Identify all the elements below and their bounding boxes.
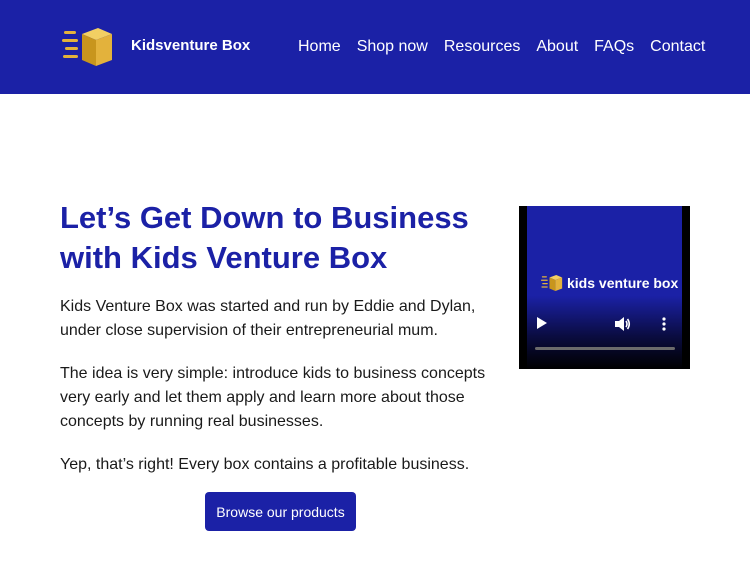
site-header: Kidsventure Box Home Shop now Resources … [0,0,750,94]
nav-home[interactable]: Home [298,38,341,56]
nav-contact[interactable]: Contact [650,38,705,56]
more-options-icon[interactable] [662,317,666,331]
video-progress-bar[interactable] [535,347,675,350]
video-player[interactable]: kids venture box [519,206,690,369]
play-icon[interactable] [537,317,547,329]
nav-faqs[interactable]: FAQs [594,38,634,56]
delivery-box-icon [541,274,563,292]
browse-products-button[interactable]: Browse our products [205,492,356,531]
volume-icon[interactable] [615,317,631,331]
page-heading: Let’s Get Down to Business with Kids Ven… [60,200,469,275]
site-title[interactable]: Kidsventure Box [131,37,250,54]
nav-resources[interactable]: Resources [444,38,520,56]
profit-paragraph: Yep, that’s right! Every box contains a … [60,456,470,473]
video-logo: kids venture box [541,273,678,293]
idea-paragraph: The idea is very simple: introduce kids … [60,365,486,430]
nav-about[interactable]: About [536,38,578,56]
delivery-box-icon[interactable] [62,24,114,70]
main-nav: Home Shop now Resources About FAQs Conta… [298,38,721,56]
video-frame[interactable]: kids venture box [527,206,682,369]
intro-paragraph: Kids Venture Box was started and run by … [60,298,476,339]
nav-shop-now[interactable]: Shop now [357,38,428,56]
video-logo-text: kids venture box [567,275,679,291]
